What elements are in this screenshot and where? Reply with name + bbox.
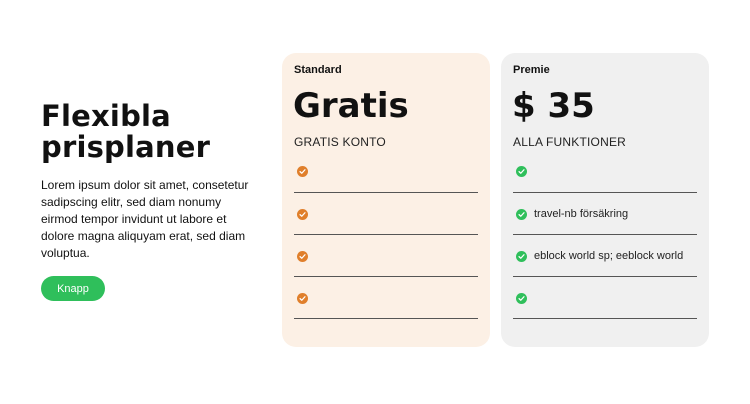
feature-item: travel-nb försäkring <box>513 193 697 235</box>
feature-label: travel-nb försäkring <box>534 208 629 220</box>
check-circle-icon <box>516 250 527 262</box>
feature-item <box>294 149 478 193</box>
check-circle-icon <box>297 165 308 177</box>
feature-item <box>513 277 697 319</box>
check-circle-icon <box>516 165 527 177</box>
check-circle-icon <box>297 250 308 262</box>
check-circle-icon <box>516 208 527 220</box>
check-circle-icon <box>297 208 308 220</box>
feature-item: eblock world sp; eeblock world <box>513 235 697 277</box>
plan-price: $ 35 <box>512 86 595 126</box>
feature-item <box>294 193 478 235</box>
feature-label: eblock world sp; eeblock world <box>534 250 684 262</box>
standard-plan-card: Standard Gratis GRATIS KONTO <box>282 53 490 347</box>
intro-section: Flexibla prisplaner Lorem ipsum dolor si… <box>41 101 256 262</box>
feature-list: travel-nb försäkring eblock world sp; ee… <box>513 149 697 319</box>
knapp-button[interactable]: Knapp <box>41 276 105 301</box>
feature-item <box>513 149 697 193</box>
plan-subtitle: ALLA FUNKTIONER <box>513 135 627 149</box>
plan-price: Gratis <box>293 86 409 126</box>
intro-description: Lorem ipsum dolor sit amet, consetetur s… <box>41 178 249 260</box>
page-title-line-1: Flexibla <box>41 99 171 133</box>
feature-list <box>294 149 478 319</box>
plan-name: Standard <box>294 64 342 76</box>
feature-item <box>294 235 478 277</box>
plan-subtitle: GRATIS KONTO <box>294 135 386 149</box>
check-circle-icon <box>516 292 527 304</box>
premium-plan-card: Premie $ 35 ALLA FUNKTIONER travel-nb fö… <box>501 53 709 347</box>
page-title: Flexibla prisplaner <box>41 101 256 163</box>
feature-item <box>294 277 478 319</box>
check-circle-icon <box>297 292 308 304</box>
page-title-line-2: prisplaner <box>41 130 211 164</box>
plan-name: Premie <box>513 64 550 76</box>
